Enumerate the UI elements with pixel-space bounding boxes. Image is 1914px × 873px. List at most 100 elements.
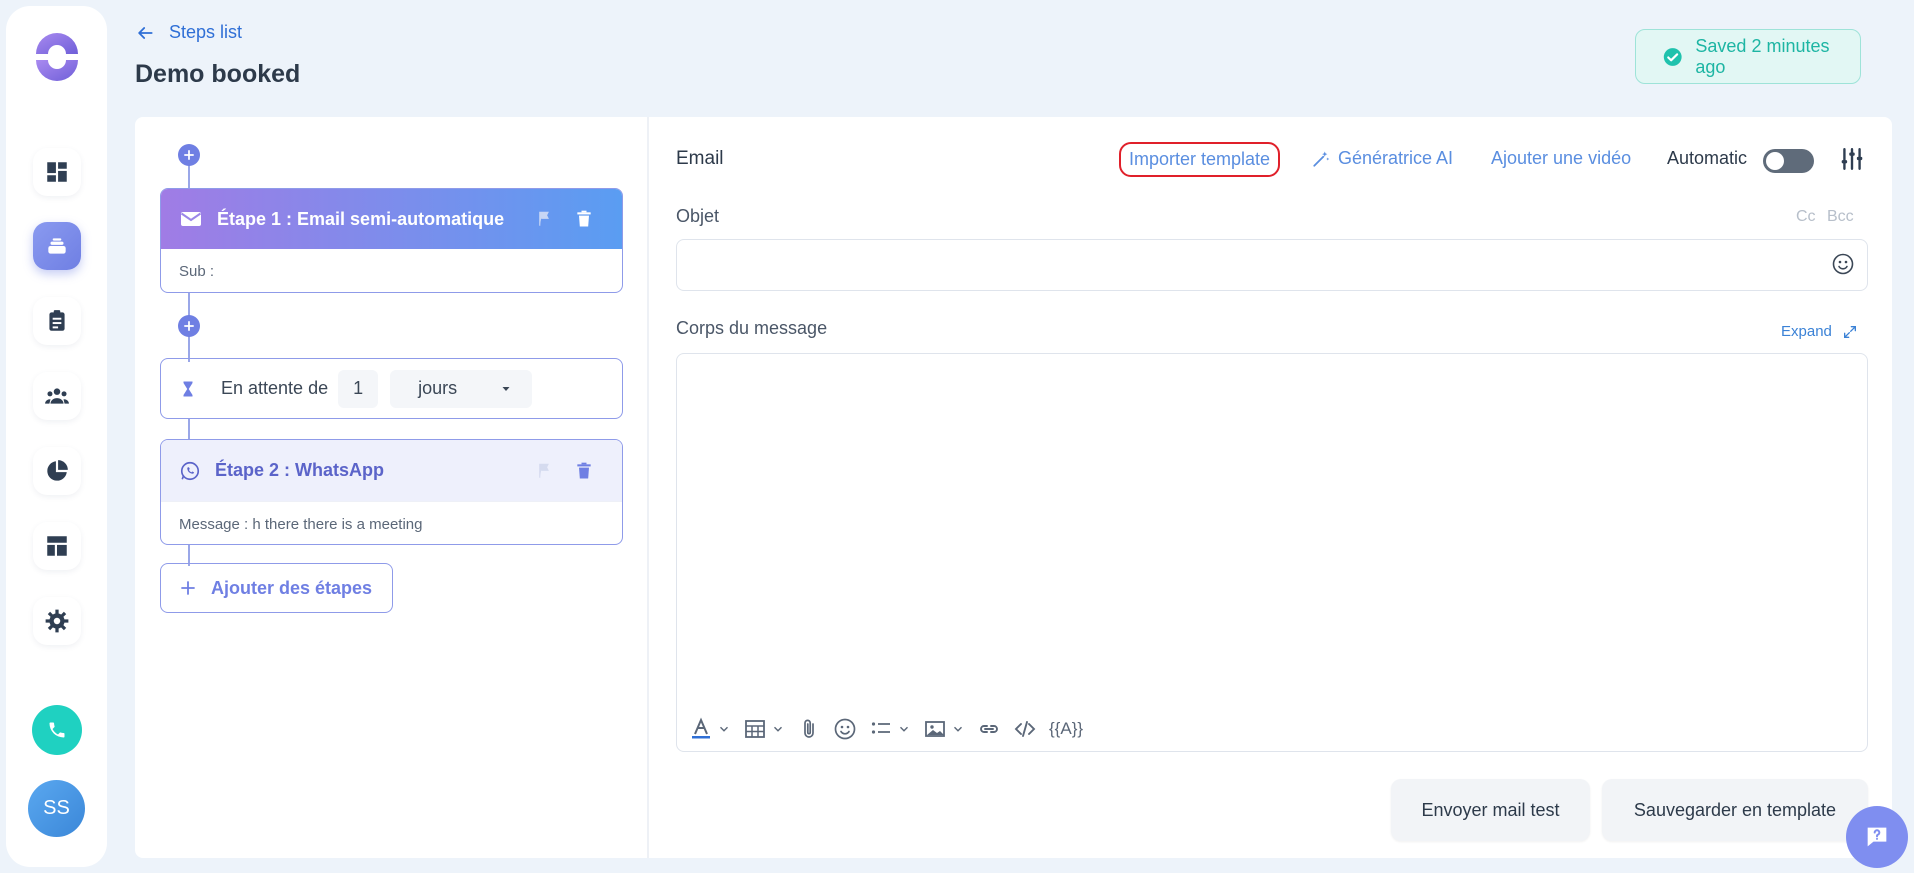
expand-button[interactable]: Expand bbox=[1781, 323, 1858, 340]
emoji-icon bbox=[834, 718, 856, 740]
saved-text: Saved 2 minutes ago bbox=[1695, 35, 1830, 77]
saved-status-badge: Saved 2 minutes ago bbox=[1635, 29, 1861, 84]
body-label: Corps du message bbox=[676, 318, 828, 338]
arrow-left-icon bbox=[138, 26, 153, 39]
pie-chart-icon bbox=[47, 460, 68, 481]
add-video-button[interactable]: Ajouter une vidéo bbox=[1491, 148, 1631, 169]
plus-icon bbox=[184, 150, 194, 160]
sliders-icon[interactable] bbox=[1839, 146, 1865, 172]
call-button[interactable] bbox=[32, 705, 82, 755]
check-circle-icon bbox=[1663, 47, 1682, 66]
channel-label: Email bbox=[676, 148, 724, 169]
subject-input[interactable] bbox=[676, 239, 1868, 291]
automatic-label: Automatic bbox=[1667, 148, 1748, 168]
step-2-title: Étape 2 : WhatsApp bbox=[215, 460, 385, 480]
add-step-between-button[interactable] bbox=[178, 315, 200, 337]
steps-panel: Étape 1 : Email semi-automatique Sub : E… bbox=[135, 117, 649, 858]
step-1-header: Étape 1 : Email semi-automatique bbox=[161, 189, 622, 249]
plus-icon bbox=[184, 321, 194, 331]
step-card-1[interactable]: Étape 1 : Email semi-automatique Sub : bbox=[160, 188, 623, 293]
email-editor-panel: Email Importer template Génératrice AI A… bbox=[676, 117, 1892, 858]
emoji-tool[interactable] bbox=[833, 717, 857, 741]
nav-team[interactable] bbox=[33, 372, 81, 420]
expand-icon bbox=[1843, 325, 1856, 338]
import-template-button[interactable]: Importer template bbox=[1119, 142, 1280, 177]
nav-analytics[interactable] bbox=[33, 447, 81, 495]
step-2-header: Étape 2 : WhatsApp bbox=[161, 440, 622, 501]
flag-icon[interactable] bbox=[536, 462, 554, 480]
logo-icon[interactable] bbox=[32, 32, 82, 82]
email-icon bbox=[180, 212, 202, 226]
chevron-down-icon bbox=[720, 726, 728, 732]
wait-label: En attente de bbox=[221, 378, 329, 398]
image-tool[interactable] bbox=[923, 717, 965, 741]
emoji-icon[interactable] bbox=[1831, 252, 1855, 276]
cc-toggle[interactable]: Cc bbox=[1796, 208, 1816, 226]
back-to-steps-link[interactable]: Steps list bbox=[135, 22, 242, 43]
sequences-icon bbox=[48, 238, 66, 254]
subject-label: Objet bbox=[676, 206, 720, 226]
table-icon bbox=[745, 720, 765, 738]
nav-sequences[interactable] bbox=[33, 222, 81, 270]
back-label: Steps list bbox=[169, 22, 243, 42]
table-tool[interactable] bbox=[743, 717, 785, 741]
add-steps-button[interactable]: Ajouter des étapes bbox=[160, 563, 393, 613]
toggle-knob bbox=[1766, 152, 1784, 170]
code-icon bbox=[1014, 721, 1036, 737]
team-icon bbox=[45, 388, 69, 404]
layout-icon bbox=[47, 536, 67, 556]
automatic-toggle[interactable] bbox=[1763, 149, 1814, 173]
ai-generator-button[interactable]: Génératrice AI bbox=[1312, 148, 1453, 169]
bcc-toggle[interactable]: Bcc bbox=[1827, 208, 1854, 226]
question-chat-icon bbox=[1867, 827, 1887, 847]
wait-unit-select[interactable]: jours bbox=[390, 369, 533, 408]
code-tool[interactable] bbox=[1013, 717, 1037, 741]
nav-settings[interactable] bbox=[33, 597, 81, 645]
caret-down-icon bbox=[502, 386, 510, 391]
avatar[interactable]: SS bbox=[28, 780, 85, 837]
step-1-title: Étape 1 : Email semi-automatique bbox=[217, 208, 505, 229]
save-as-template-button[interactable]: Sauvegarder en template bbox=[1602, 779, 1868, 841]
ai-generator-label: Génératrice AI bbox=[1338, 148, 1454, 168]
clipboard-icon bbox=[49, 310, 65, 331]
wait-step: En attente de 1 jours bbox=[160, 358, 623, 419]
paperclip-icon bbox=[804, 719, 814, 738]
bullet-list-icon bbox=[871, 722, 890, 734]
phone-icon bbox=[49, 722, 65, 738]
nav-dashboard[interactable] bbox=[33, 148, 81, 196]
flag-icon[interactable] bbox=[536, 210, 554, 228]
nav-tasks[interactable] bbox=[33, 297, 81, 345]
variables-tool[interactable]: {{A}} bbox=[1049, 719, 1083, 739]
step-card-2[interactable]: Étape 2 : WhatsApp Message : h there the… bbox=[160, 439, 623, 545]
help-chat-button[interactable] bbox=[1846, 806, 1908, 868]
nav-templates[interactable] bbox=[33, 522, 81, 570]
text-color-icon bbox=[692, 717, 710, 739]
step-1-subject: Sub : bbox=[179, 263, 215, 280]
chevron-down-icon bbox=[774, 726, 782, 732]
whatsapp-icon bbox=[180, 461, 200, 480]
page-title: Demo booked bbox=[135, 60, 301, 88]
wait-days-input[interactable]: 1 bbox=[338, 369, 379, 408]
image-icon bbox=[925, 721, 945, 737]
list-tool[interactable] bbox=[869, 717, 911, 741]
trash-icon[interactable] bbox=[574, 209, 594, 229]
chevron-down-icon bbox=[900, 726, 908, 732]
sequence-editor-card: Étape 1 : Email semi-automatique Sub : E… bbox=[135, 117, 1892, 858]
add-steps-label: Ajouter des étapes bbox=[211, 577, 373, 598]
expand-label: Expand bbox=[1781, 323, 1832, 340]
message-body-editor[interactable]: {{A}} bbox=[676, 353, 1868, 752]
add-step-before-button[interactable] bbox=[178, 144, 200, 166]
sidebar: SS bbox=[6, 6, 107, 867]
dashboard-icon bbox=[47, 162, 67, 182]
plus-icon bbox=[181, 581, 195, 595]
magic-wand-icon bbox=[1313, 151, 1330, 167]
attachment-tool[interactable] bbox=[797, 717, 821, 741]
link-tool[interactable] bbox=[977, 717, 1001, 741]
send-test-mail-button[interactable]: Envoyer mail test bbox=[1391, 779, 1590, 841]
trash-icon[interactable] bbox=[574, 461, 594, 481]
text-color-tool[interactable] bbox=[689, 717, 731, 741]
link-icon bbox=[980, 725, 998, 733]
chevron-down-icon bbox=[954, 726, 962, 732]
step-2-message: Message : h there there is a meeting bbox=[161, 501, 622, 544]
editor-toolbar: {{A}} bbox=[689, 717, 1083, 741]
